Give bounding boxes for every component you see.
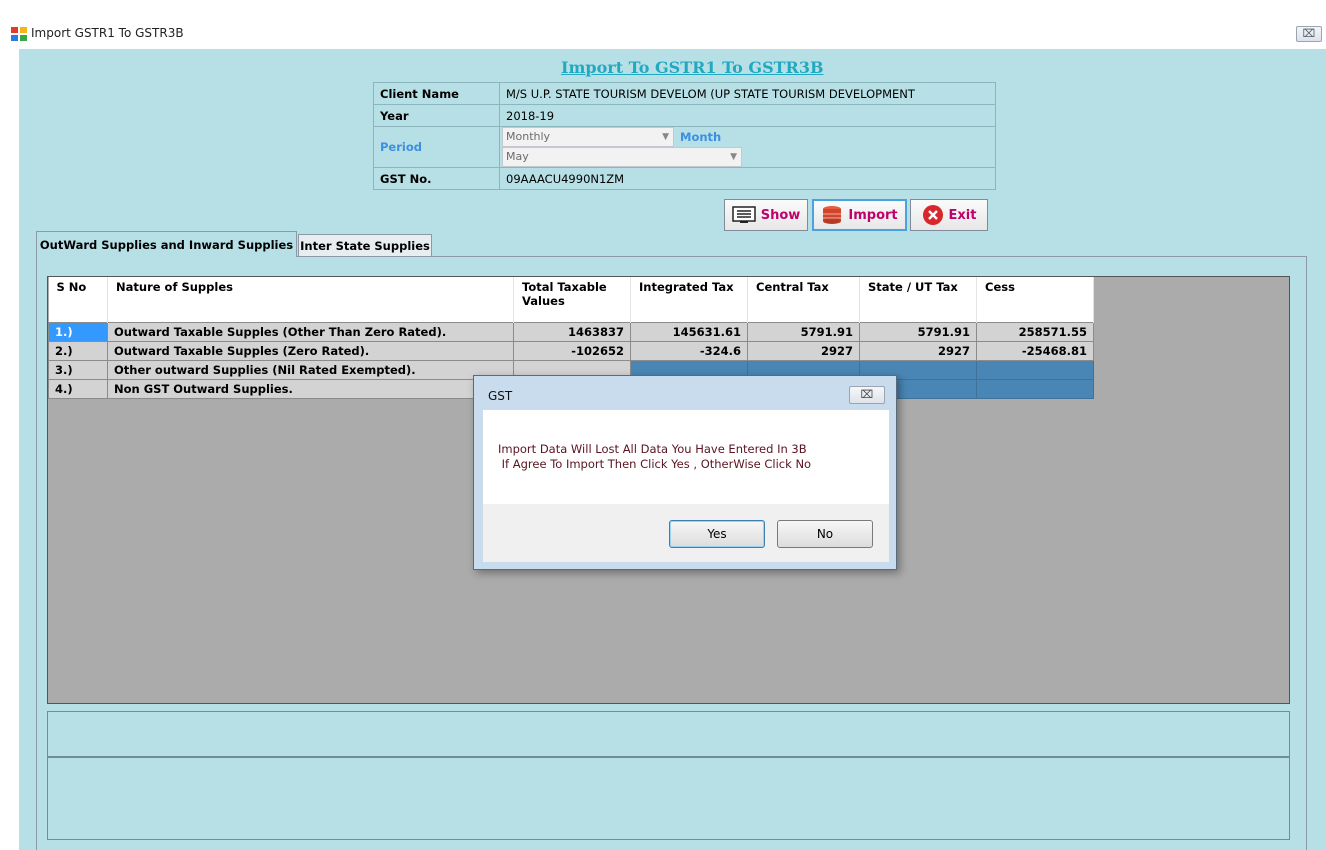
period-label: Period: [373, 126, 500, 168]
import-button[interactable]: Import: [812, 199, 907, 231]
cell-sno[interactable]: 4.): [48, 378, 108, 399]
cell-cess[interactable]: 258571.55: [976, 321, 1094, 342]
col-header-cess[interactable]: Cess: [976, 277, 1094, 322]
col-header-sno[interactable]: S No: [48, 277, 108, 322]
year-value: 2018-19: [499, 104, 996, 127]
client-name-label: Client Name: [373, 82, 500, 105]
cell-cess[interactable]: -25468.81: [976, 340, 1094, 361]
cell-nature[interactable]: Non GST Outward Supplies.: [107, 378, 514, 399]
cell-nature[interactable]: Outward Taxable Supples (Other Than Zero…: [107, 321, 514, 342]
grid-header-row: S No Nature of Supples Total Taxable Val…: [48, 277, 1094, 322]
cell-sno[interactable]: 3.): [48, 359, 108, 380]
dialog-close-button[interactable]: ⌧: [849, 386, 885, 404]
exit-label: Exit: [948, 207, 977, 223]
database-icon: [823, 206, 842, 224]
cell-nature[interactable]: Outward Taxable Supples (Zero Rated).: [107, 340, 514, 361]
table-row[interactable]: 1.) Outward Taxable Supples (Other Than …: [48, 321, 1094, 342]
import-label: Import: [848, 207, 898, 223]
exit-button[interactable]: Exit: [910, 199, 988, 231]
client-info-table: Client Name M/S U.P. STATE TOURISM DEVEL…: [373, 82, 996, 190]
col-header-taxable[interactable]: Total Taxable Values: [513, 277, 631, 322]
cell-state[interactable]: 2927: [859, 340, 977, 361]
cell-nature[interactable]: Other outward Supplies (Nil Rated Exempt…: [107, 359, 514, 380]
summary-box-bottom: [47, 757, 1290, 840]
window-title: Import GSTR1 To GSTR3B: [31, 26, 184, 40]
dialog-body: Import Data Will Lost All Data You Have …: [483, 410, 889, 504]
close-circle-icon: [922, 205, 943, 225]
form-heading: Import To GSTR1 To GSTR3B: [561, 58, 824, 77]
app-icon: [11, 27, 27, 41]
list-icon: [731, 206, 756, 223]
col-header-integrated[interactable]: Integrated Tax: [630, 277, 748, 322]
window-titlebar: [0, 20, 1326, 50]
no-button[interactable]: No: [777, 520, 873, 548]
dialog-title: GST: [488, 389, 513, 403]
cell-central[interactable]: 2927: [747, 340, 860, 361]
yes-button[interactable]: Yes: [669, 520, 765, 548]
chevron-down-icon: ▼: [730, 152, 737, 162]
tab-outward-supplies[interactable]: OutWard Supplies and Inward Supplies: [36, 231, 297, 257]
window-close-button[interactable]: ⌧: [1296, 26, 1322, 42]
month-value: May: [506, 150, 529, 163]
cell-taxable[interactable]: -102652: [513, 340, 631, 361]
dialog-footer: Yes No: [483, 504, 889, 562]
cell-integrated[interactable]: -324.6: [630, 340, 748, 361]
summary-box-top: [47, 711, 1290, 757]
confirm-dialog: GST ⌧ Import Data Will Lost All Data You…: [473, 375, 897, 570]
period-dropdown[interactable]: Monthly ▼: [502, 127, 674, 147]
month-label: Month: [680, 130, 722, 144]
cell-state[interactable]: 5791.91: [859, 321, 977, 342]
col-header-central[interactable]: Central Tax: [747, 277, 860, 322]
table-row[interactable]: 2.) Outward Taxable Supples (Zero Rated)…: [48, 340, 1094, 361]
show-button[interactable]: Show: [724, 199, 808, 231]
import-window: Import GSTR1 To GSTR3B ⌧ Import To GSTR1…: [0, 0, 1326, 850]
cell-central[interactable]: 5791.91: [747, 321, 860, 342]
cell-integrated[interactable]: 145631.61: [630, 321, 748, 342]
period-month-cell: Monthly ▼ Month May ▼: [499, 126, 996, 168]
client-name-value: M/S U.P. STATE TOURISM DEVELOM (UP STATE…: [499, 82, 996, 105]
month-dropdown[interactable]: May ▼: [502, 147, 742, 167]
year-label: Year: [373, 104, 500, 127]
dialog-message: Import Data Will Lost All Data You Have …: [498, 442, 811, 472]
cell-taxable[interactable]: 1463837: [513, 321, 631, 342]
gst-label: GST No.: [373, 167, 500, 190]
col-header-state[interactable]: State / UT Tax: [859, 277, 977, 322]
period-value: Monthly: [506, 130, 551, 143]
cell-sno[interactable]: 1.): [48, 321, 108, 342]
dialog-message-line2: If Agree To Import Then Click Yes , Othe…: [498, 457, 812, 471]
gst-value: 09AAACU4990N1ZM: [499, 167, 996, 190]
cell-cess[interactable]: [976, 378, 1094, 399]
cell-cess[interactable]: [976, 359, 1094, 380]
tab-inter-state-supplies[interactable]: Inter State Supplies: [298, 234, 432, 256]
chevron-down-icon: ▼: [662, 132, 669, 142]
dialog-message-line1: Import Data Will Lost All Data You Have …: [498, 442, 807, 456]
cell-sno[interactable]: 2.): [48, 340, 108, 361]
col-header-nature[interactable]: Nature of Supples: [107, 277, 514, 322]
show-label: Show: [760, 207, 801, 223]
